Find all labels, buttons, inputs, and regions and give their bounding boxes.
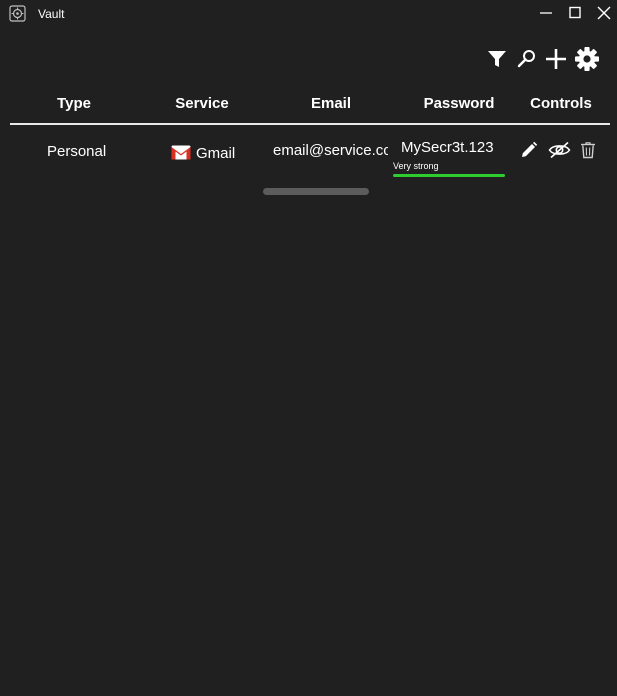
vault-window: Vault Type Service Email Password Contro… — [0, 0, 617, 696]
column-header-email[interactable]: Email — [296, 95, 366, 112]
gear-icon[interactable] — [574, 46, 600, 72]
search-icon[interactable] — [516, 48, 538, 70]
title-bar: Vault — [0, 0, 617, 28]
trash-icon[interactable] — [580, 141, 596, 159]
column-header-password[interactable]: Password — [414, 95, 504, 112]
plus-icon[interactable] — [544, 47, 568, 71]
column-header-service[interactable]: Service — [162, 95, 242, 112]
cell-type: Personal — [47, 143, 107, 160]
header-divider — [10, 123, 610, 125]
app-logo-icon — [9, 5, 26, 22]
edit-icon[interactable] — [520, 141, 538, 159]
window-title: Vault — [38, 7, 65, 21]
password-strength-label: Very strong — [393, 161, 439, 171]
maximize-button[interactable] — [565, 4, 585, 22]
cell-password[interactable]: MySecr3t.123 — [401, 139, 494, 156]
cell-email[interactable]: email@service.com — [273, 142, 388, 159]
horizontal-scrollbar[interactable] — [263, 188, 369, 195]
filter-icon[interactable] — [486, 48, 508, 70]
column-header-controls: Controls — [530, 95, 592, 112]
cell-email-clip: email@service.com — [273, 142, 388, 164]
gmail-icon — [171, 145, 191, 164]
close-button[interactable] — [594, 4, 614, 22]
password-strength-fill — [393, 174, 505, 177]
column-header-type[interactable]: Type — [42, 95, 106, 112]
cell-service: Gmail — [196, 145, 236, 162]
minimize-button[interactable] — [536, 4, 556, 22]
eye-icon[interactable] — [548, 141, 571, 159]
password-strength-bar — [393, 174, 505, 177]
